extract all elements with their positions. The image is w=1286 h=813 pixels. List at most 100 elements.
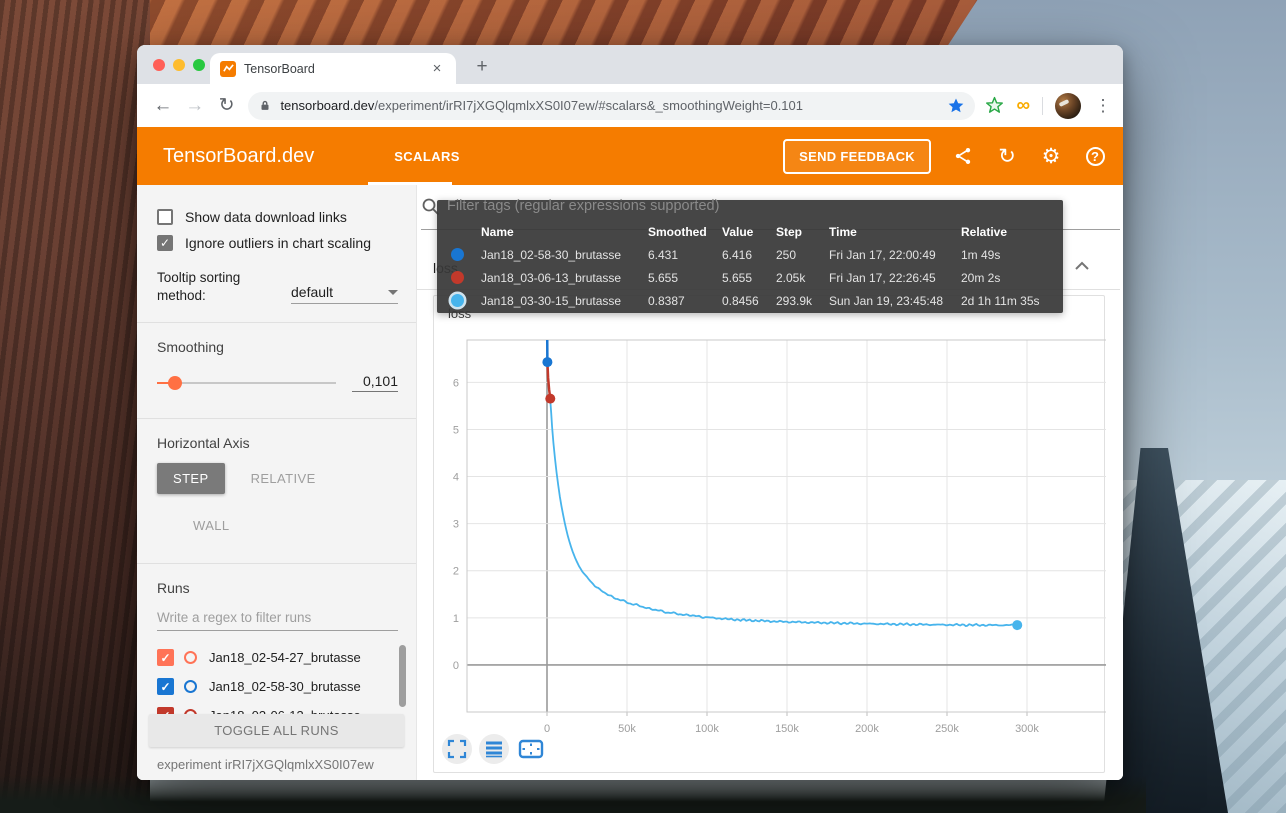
runs-filter-input[interactable]: Write a regex to filter runs bbox=[157, 610, 398, 631]
back-icon[interactable]: ← bbox=[147, 95, 179, 117]
ignore-outliers-row[interactable]: ✓ Ignore outliers in chart scaling bbox=[157, 235, 398, 251]
smoothing-slider[interactable] bbox=[157, 376, 336, 390]
tooltip-cell-name: Jan18_03-06-13_brutasse bbox=[481, 271, 648, 285]
run-row[interactable]: ✓ Jan18_02-54-27_brutasse bbox=[157, 643, 398, 672]
tab-bar: TensorBoard × + bbox=[137, 45, 1123, 84]
chevron-up-icon[interactable] bbox=[1074, 261, 1090, 271]
tooltip-cell-step: 2.05k bbox=[776, 271, 829, 285]
axis-relative-button[interactable]: RELATIVE bbox=[251, 471, 316, 486]
svg-text:2: 2 bbox=[453, 566, 459, 578]
new-tab-button[interactable]: + bbox=[469, 56, 495, 78]
reload-icon[interactable]: ↻ bbox=[211, 94, 243, 117]
svg-text:3: 3 bbox=[453, 519, 459, 531]
url-domain: tensorboard.dev bbox=[280, 98, 374, 113]
tooltip-sorting-value: default bbox=[291, 284, 388, 300]
run-color-dot bbox=[451, 271, 464, 284]
browser-tab[interactable]: TensorBoard × bbox=[210, 53, 456, 84]
tooltip-header-row: NameSmoothedValueStepTimeRelative bbox=[437, 220, 1063, 243]
run-row[interactable]: ✓ Jan18_02-58-30_brutasse bbox=[157, 672, 398, 701]
show-download-links-row[interactable]: Show data download links bbox=[157, 209, 398, 225]
zoom-window-button[interactable] bbox=[193, 59, 205, 71]
tensorboard-header: TensorBoard.dev SCALARS SEND FEEDBACK ↻ … bbox=[137, 127, 1123, 185]
close-window-button[interactable] bbox=[153, 59, 165, 71]
fit-domain-icon[interactable] bbox=[516, 734, 546, 764]
settings-gear-icon[interactable]: ⚙ bbox=[1039, 144, 1063, 168]
tooltip-cell-time: Sun Jan 19, 23:45:48 bbox=[829, 294, 961, 308]
colab-extension-icon[interactable]: ∞ bbox=[1016, 96, 1030, 115]
send-feedback-button[interactable]: SEND FEEDBACK bbox=[783, 139, 931, 174]
sidebar-divider bbox=[137, 418, 416, 419]
help-icon[interactable]: ? bbox=[1083, 144, 1107, 168]
tab-scalars[interactable]: SCALARS bbox=[394, 149, 460, 164]
svg-text:100k: 100k bbox=[695, 723, 719, 735]
minimize-window-button[interactable] bbox=[173, 59, 185, 71]
tooltip-cell-smoothed: 6.431 bbox=[648, 248, 722, 262]
run-name: Jan18_02-58-30_brutasse bbox=[209, 679, 361, 694]
browser-window: TensorBoard × + ← → ↻ tensorboard.dev/ex… bbox=[137, 45, 1123, 780]
toolbar-divider bbox=[1042, 97, 1043, 115]
run-checkbox[interactable]: ✓ bbox=[157, 678, 174, 695]
svg-text:4: 4 bbox=[453, 472, 459, 484]
tooltip-cell-smoothed: 0.8387 bbox=[648, 294, 722, 308]
browser-menu-icon[interactable]: ⋮ bbox=[1093, 96, 1113, 116]
address-bar[interactable]: tensorboard.dev/experiment/irRI7jXGQlqml… bbox=[248, 92, 975, 120]
tab-title: TensorBoard bbox=[244, 62, 428, 76]
show-download-links-label: Show data download links bbox=[185, 209, 347, 225]
toggle-all-runs-button[interactable]: TOGGLE ALL RUNS bbox=[149, 714, 404, 747]
wallpaper-bottom-shadow bbox=[0, 775, 1146, 813]
tooltip-cell-name: Jan18_03-30-15_brutasse bbox=[481, 294, 648, 308]
tooltip-cell-value: 5.655 bbox=[722, 271, 776, 285]
run-color-dot bbox=[451, 294, 464, 307]
share-icon[interactable] bbox=[951, 144, 975, 168]
run-checkbox[interactable]: ✓ bbox=[157, 649, 174, 666]
ignore-outliers-label: Ignore outliers in chart scaling bbox=[185, 235, 371, 251]
run-name: Jan18_02-54-27_brutasse bbox=[209, 650, 361, 665]
run-color-dot bbox=[451, 248, 464, 261]
tensorboard-favicon-icon bbox=[220, 61, 236, 77]
flush-y-axis-icon[interactable] bbox=[479, 734, 509, 764]
smoothing-slider-row: 0,101 bbox=[157, 373, 398, 392]
svg-text:200k: 200k bbox=[855, 723, 879, 735]
forward-icon[interactable]: → bbox=[179, 95, 211, 117]
show-download-links-checkbox[interactable] bbox=[157, 209, 173, 225]
tab-close-icon[interactable]: × bbox=[428, 60, 446, 77]
tooltip-cell-step: 250 bbox=[776, 248, 829, 262]
tooltip-cell-step: 293.9k bbox=[776, 294, 829, 308]
tooltip-cell-time: Fri Jan 17, 22:26:45 bbox=[829, 271, 961, 285]
tooltip-cell-time: Fri Jan 17, 22:00:49 bbox=[829, 248, 961, 262]
axis-step-button[interactable]: STEP bbox=[157, 463, 225, 494]
window-controls bbox=[153, 59, 205, 71]
horizontal-axis-buttons: STEP RELATIVE bbox=[157, 463, 398, 494]
loss-chart-card: loss 050k100k150k200k250k300k0123456 bbox=[433, 295, 1105, 773]
chevron-down-icon bbox=[388, 290, 398, 295]
wallpaper-cliff-left bbox=[0, 0, 150, 813]
tooltip-cell-relative: 20m 2s bbox=[961, 271, 1063, 285]
tooltip-cell-value: 6.416 bbox=[722, 248, 776, 262]
url-path: /experiment/irRI7jXGQlqmlxXS0I07ew/#scal… bbox=[374, 98, 803, 113]
tooltip-cell-value: 0.8456 bbox=[722, 294, 776, 308]
refresh-icon[interactable]: ↻ bbox=[995, 144, 1019, 168]
tooltip-cell-relative: 2d 1h 11m 35s bbox=[961, 294, 1063, 308]
svg-text:5: 5 bbox=[453, 424, 459, 436]
settings-sidebar: Show data download links ✓ Ignore outlie… bbox=[137, 185, 417, 780]
bookmark-star-icon[interactable] bbox=[947, 97, 965, 115]
expand-card-icon[interactable] bbox=[442, 734, 472, 764]
sidebar-divider bbox=[137, 322, 416, 323]
lock-icon bbox=[258, 98, 272, 113]
axis-wall-button[interactable]: WALL bbox=[193, 518, 398, 533]
smoothing-value[interactable]: 0,101 bbox=[352, 373, 398, 392]
loss-chart[interactable]: 050k100k150k200k250k300k0123456 bbox=[434, 334, 1106, 746]
run-color-circle[interactable] bbox=[184, 680, 197, 693]
header-actions: SEND FEEDBACK ↻ ⚙ ? bbox=[783, 139, 1107, 174]
tooltip-run-row: Jan18_03-06-13_brutasse5.6555.6552.05kFr… bbox=[437, 266, 1063, 289]
filter-tags-input[interactable]: Filter tags (regular expressions support… bbox=[447, 198, 719, 214]
ignore-outliers-checkbox[interactable]: ✓ bbox=[157, 235, 173, 251]
slider-thumb[interactable] bbox=[168, 376, 182, 390]
tooltip-sorting-select[interactable]: default bbox=[291, 284, 398, 304]
runs-scrollbar[interactable] bbox=[399, 645, 406, 707]
run-color-circle[interactable] bbox=[184, 651, 197, 664]
svg-text:150k: 150k bbox=[775, 723, 799, 735]
profile-avatar[interactable] bbox=[1055, 93, 1081, 119]
extension-star-icon[interactable] bbox=[985, 96, 1004, 115]
browser-toolbar: ← → ↻ tensorboard.dev/experiment/irRI7jX… bbox=[137, 84, 1123, 127]
